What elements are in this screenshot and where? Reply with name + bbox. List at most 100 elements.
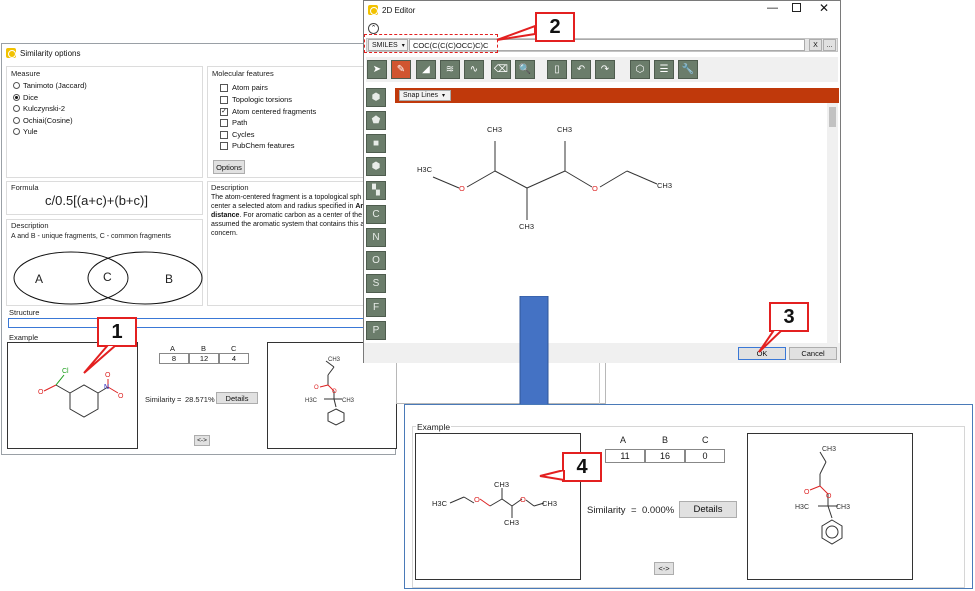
result-molecule-b-drawing: CH3 O O H3C CH3 bbox=[795, 446, 850, 545]
hexagon-ring-icon[interactable]: ⬢ bbox=[366, 88, 386, 107]
pencil-icon[interactable]: ✎ bbox=[391, 60, 411, 79]
example-header-b: B bbox=[201, 344, 207, 353]
callout-2: 2 bbox=[535, 12, 575, 42]
mol-label-o-left: O bbox=[459, 184, 465, 193]
cancel-button[interactable]: Cancel bbox=[789, 347, 837, 360]
formula-text: c/0.5[(a+c)+(b+c)] bbox=[45, 193, 148, 208]
redo-icon[interactable]: ↷ bbox=[595, 60, 615, 79]
result-details-button[interactable]: Details bbox=[679, 501, 737, 518]
example-similarity-label: Similarity bbox=[145, 395, 176, 404]
example-swap-button[interactable]: <-> bbox=[194, 435, 210, 446]
radio-icon[interactable] bbox=[13, 128, 20, 135]
square-ring-icon[interactable]: ■ bbox=[366, 134, 386, 153]
result-similarity-value: 0.000% bbox=[642, 505, 675, 516]
svg-text:O: O bbox=[332, 389, 337, 395]
scrollbar-thumb[interactable] bbox=[829, 107, 836, 127]
result-value-b: 16 bbox=[645, 449, 685, 463]
measure-option-tanimoto[interactable]: Tanimoto (Jaccard) bbox=[13, 81, 87, 90]
hexagon-template-icon[interactable]: ⬡ bbox=[630, 60, 650, 79]
callout-4: 4 bbox=[562, 452, 602, 482]
options-button[interactable]: Options bbox=[213, 160, 245, 174]
atom-o-button[interactable]: O bbox=[366, 251, 386, 270]
example-label: Example bbox=[9, 333, 39, 342]
similarity-options-window: Similarity options Measure Tanimoto (Jac… bbox=[1, 43, 397, 455]
feature-cycles[interactable]: Cycles bbox=[220, 130, 255, 139]
snap-lines-dropdown[interactable]: Snap Lines ▾ bbox=[399, 90, 451, 101]
feature-atom-centered-fragments[interactable]: ✓ Atom centered fragments bbox=[220, 107, 316, 116]
structure-input[interactable] bbox=[8, 318, 394, 328]
measure-option-ochiai[interactable]: Ochiai(Cosine) bbox=[13, 116, 73, 125]
smiles-highlight bbox=[364, 34, 498, 53]
mol-label-o-right: O bbox=[592, 184, 598, 193]
menu-icon[interactable]: ☰ bbox=[654, 60, 674, 79]
measure-option-dice[interactable]: Dice bbox=[13, 93, 38, 102]
mol-label-ch3-top-left: CH3 bbox=[487, 125, 503, 134]
checkbox-icon[interactable] bbox=[220, 141, 228, 150]
result-example-label: Example bbox=[416, 422, 452, 432]
svg-text:CH3: CH3 bbox=[328, 357, 341, 363]
zoom-icon[interactable]: 🔍 bbox=[515, 60, 535, 79]
undo-icon[interactable]: ↶ bbox=[571, 60, 591, 79]
example-value-c: 4 bbox=[219, 353, 249, 364]
radio-icon[interactable] bbox=[13, 82, 20, 89]
feature-path[interactable]: Path bbox=[220, 118, 247, 127]
measure-option-kulczynski[interactable]: Kulczynski-2 bbox=[13, 104, 65, 113]
wedge-bond-icon[interactable]: ◢ bbox=[416, 60, 436, 79]
app-icon bbox=[6, 48, 16, 58]
hash-bond-icon[interactable]: ≋ bbox=[440, 60, 460, 79]
wavy-bond-icon[interactable]: ∿ bbox=[464, 60, 484, 79]
pentagon-ring-icon[interactable]: ⬟ bbox=[366, 111, 386, 130]
new-document-icon[interactable]: ▯ bbox=[547, 60, 567, 79]
atom-s-button[interactable]: S bbox=[366, 274, 386, 293]
similarity-window-title: Similarity options bbox=[20, 48, 81, 58]
measure-option-yule[interactable]: Yule bbox=[13, 127, 38, 136]
result-mol-label-o2: O bbox=[520, 495, 526, 504]
description-left-group: Description A and B - unique fragments, … bbox=[6, 219, 203, 306]
smiles-more-button[interactable]: ... bbox=[823, 39, 836, 51]
checkbox-icon[interactable] bbox=[220, 118, 228, 127]
result-mol-label-ch3-top: CH3 bbox=[494, 480, 510, 489]
radio-icon[interactable] bbox=[13, 117, 20, 124]
benzene-ring-icon[interactable]: ⬢ bbox=[366, 157, 386, 176]
checkbox-icon[interactable] bbox=[220, 83, 228, 92]
editor-canvas[interactable]: CH3 CH3 H3C O O CH3 CH3 bbox=[395, 103, 827, 343]
smiles-clear-button[interactable]: X bbox=[809, 39, 822, 51]
result-molecule-a: H3C O CH3 O CH3 CH3 bbox=[415, 433, 581, 580]
svg-text:CH3: CH3 bbox=[822, 446, 836, 453]
maximize-icon[interactable] bbox=[792, 3, 801, 12]
result-header-b: B bbox=[662, 435, 669, 445]
collapse-chevron-icon[interactable]: ⌃ bbox=[368, 23, 379, 34]
feature-topologic-torsions[interactable]: Topologic torsions bbox=[220, 95, 292, 104]
eraser-icon[interactable]: ⌫ bbox=[491, 60, 511, 79]
feature-pubchem[interactable]: PubChem features bbox=[220, 141, 295, 150]
radio-selected-icon[interactable] bbox=[13, 94, 20, 101]
select-arrow-icon[interactable]: ➤ bbox=[367, 60, 387, 79]
result-panel: Example H3C O CH3 O CH3 CH3 A B C 11 16 … bbox=[404, 404, 973, 589]
checkbox-checked-icon[interactable]: ✓ bbox=[220, 107, 228, 116]
svg-text:O: O bbox=[804, 489, 810, 496]
result-header-c: C bbox=[702, 435, 709, 445]
mol-label-h3c-left: H3C bbox=[417, 165, 433, 174]
minimize-icon[interactable]: — bbox=[767, 2, 778, 14]
callout-4-pointer bbox=[539, 470, 565, 482]
fragments-icon[interactable]: ▚ bbox=[366, 181, 386, 200]
settings-wrench-icon[interactable]: 🔧 bbox=[678, 60, 698, 79]
atom-c-button[interactable]: C bbox=[366, 205, 386, 224]
callout-1-pointer bbox=[83, 345, 118, 374]
result-mol-label-o1: O bbox=[474, 495, 480, 504]
atom-n-button[interactable]: N bbox=[366, 228, 386, 247]
checkbox-icon[interactable] bbox=[220, 95, 228, 104]
venn-label-c: C bbox=[103, 270, 112, 284]
atom-p-button[interactable]: P bbox=[366, 321, 386, 340]
checkbox-icon[interactable] bbox=[220, 130, 228, 139]
svg-text:CH3: CH3 bbox=[836, 504, 850, 511]
close-icon[interactable]: ✕ bbox=[819, 1, 829, 15]
result-swap-button[interactable]: <-> bbox=[654, 562, 674, 575]
atom-f-button[interactable]: F bbox=[366, 298, 386, 317]
mol-label-ch3-bottom: CH3 bbox=[519, 222, 535, 231]
radio-icon[interactable] bbox=[13, 105, 20, 112]
venn-label-a: A bbox=[35, 272, 44, 286]
example-details-button[interactable]: Details bbox=[216, 392, 258, 404]
canvas-scrollbar[interactable] bbox=[827, 103, 838, 343]
feature-atom-pairs[interactable]: Atom pairs bbox=[220, 83, 268, 92]
